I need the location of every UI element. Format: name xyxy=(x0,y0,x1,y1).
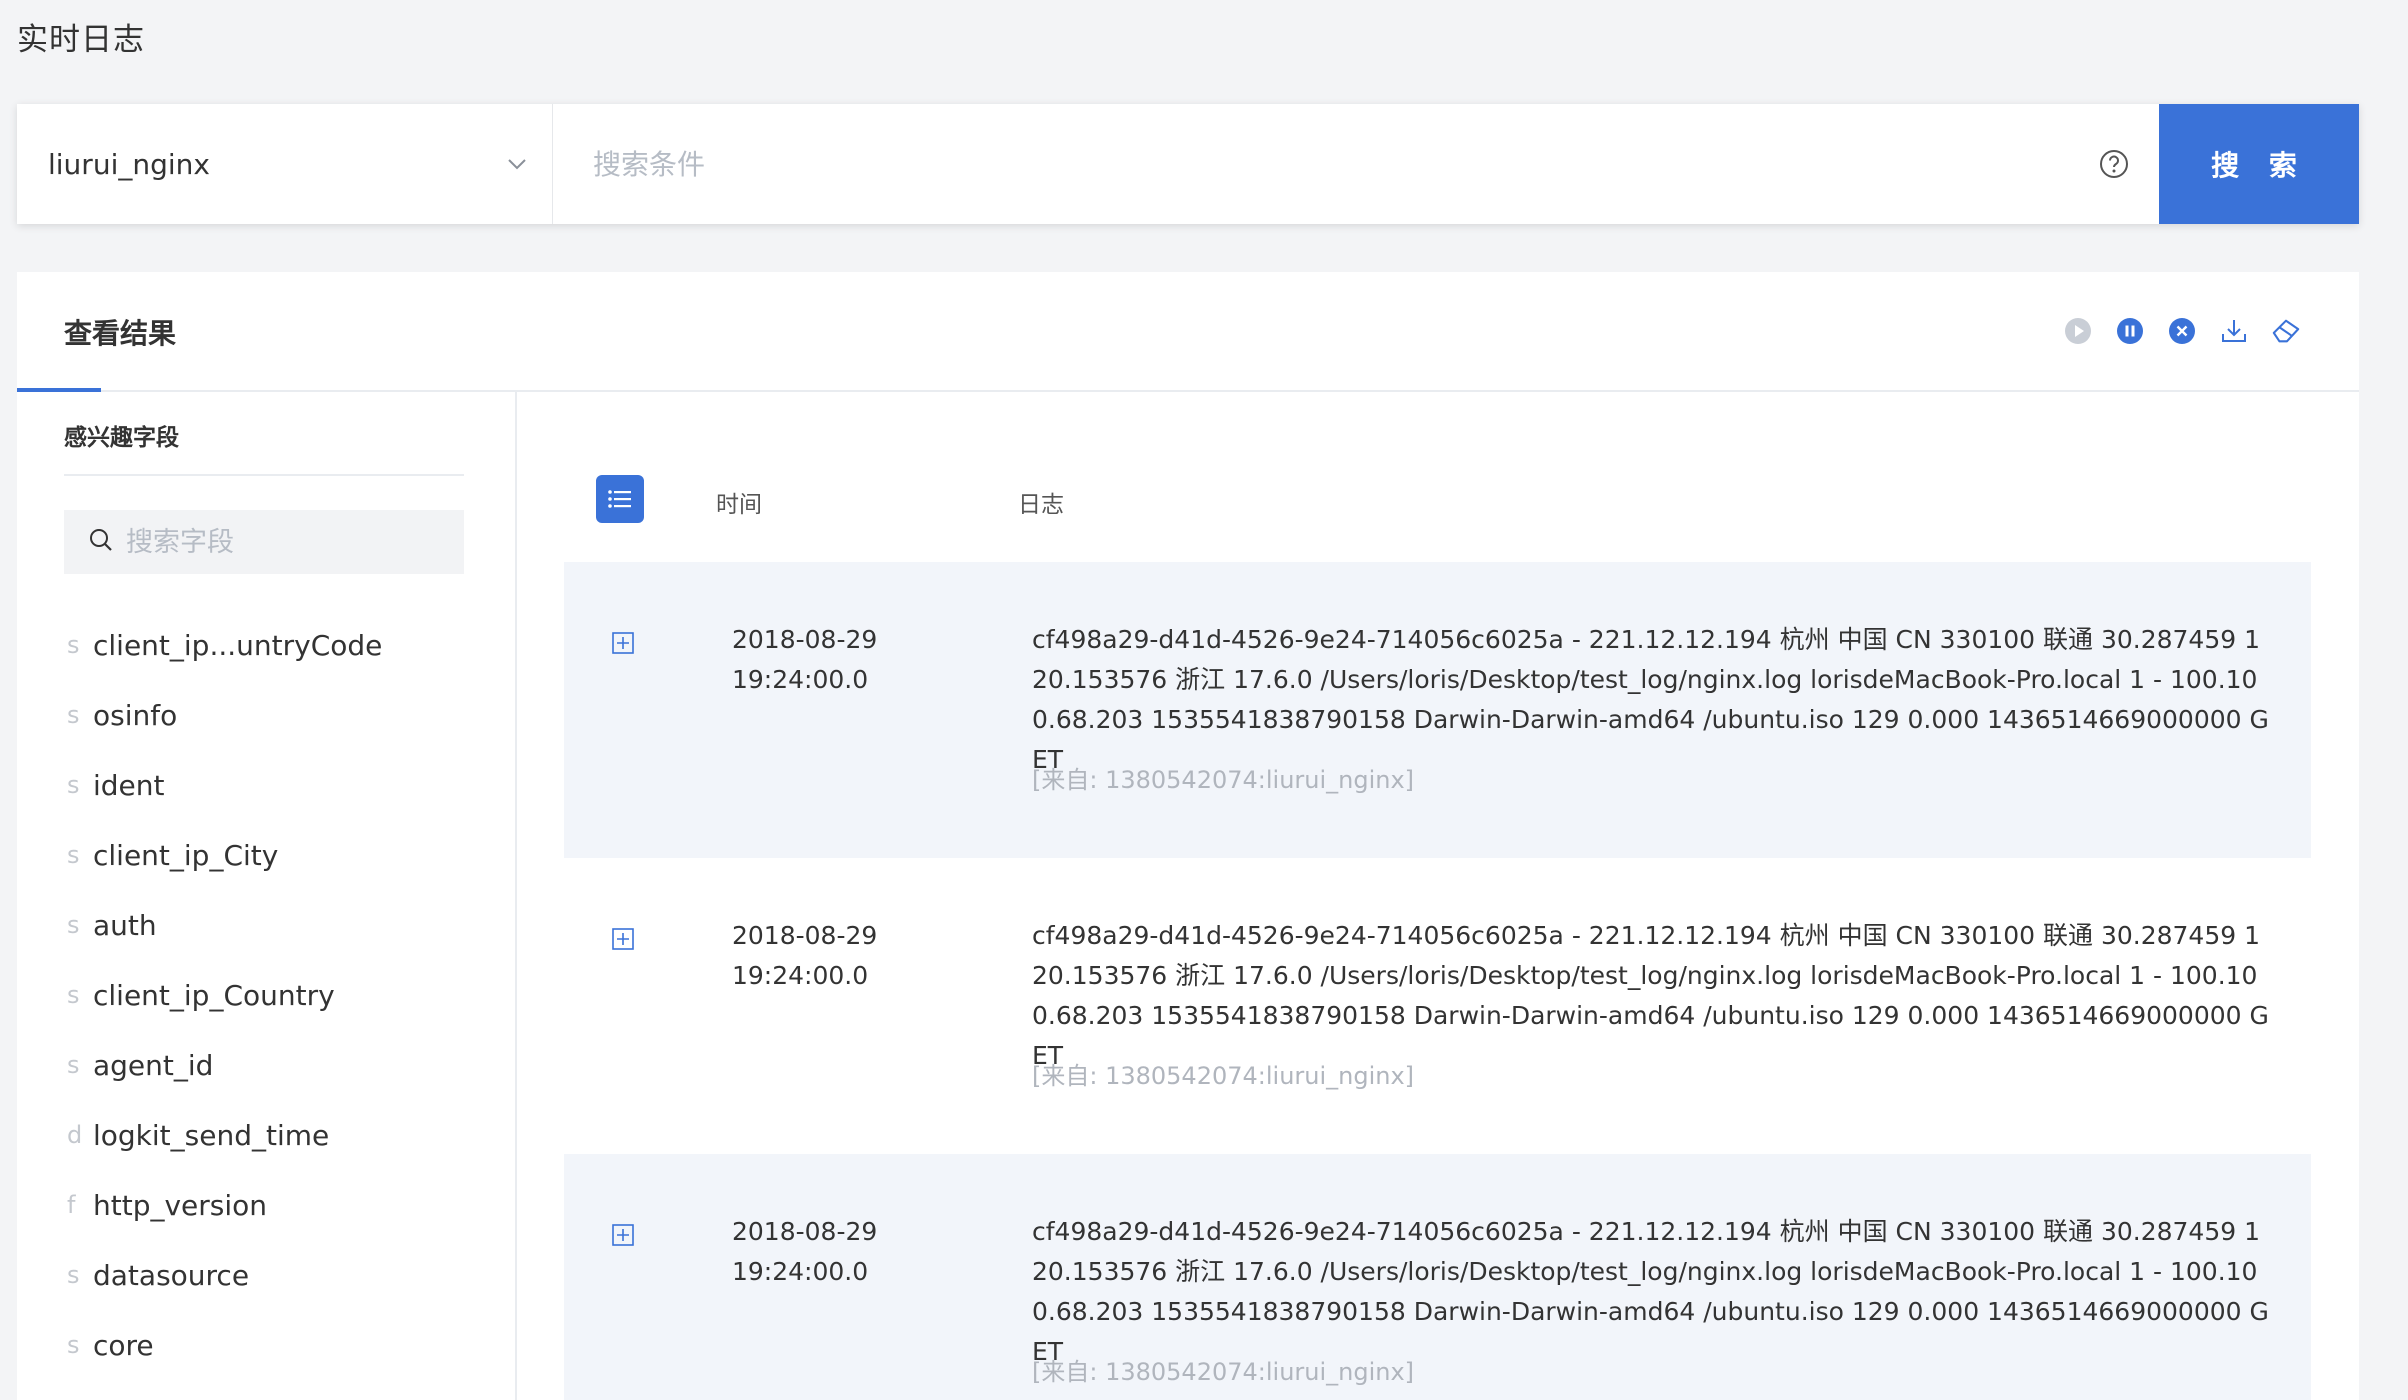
field-type-badge: s xyxy=(67,841,80,869)
row-source: [来自: 1380542074:liurui_nginx] xyxy=(1032,766,1415,794)
results-header: 查看结果 xyxy=(17,272,2359,392)
row-timestamp: 2018-08-29 19:24:00.0 xyxy=(732,916,877,996)
field-name: osinfo xyxy=(93,698,178,732)
row-time: 19:24:00.0 xyxy=(732,961,869,990)
download-icon[interactable] xyxy=(2219,316,2249,346)
field-name: http_version xyxy=(93,1188,268,1222)
field-type-badge: s xyxy=(67,771,80,799)
help-icon[interactable] xyxy=(2069,104,2159,224)
column-header-time[interactable]: 时间 xyxy=(716,485,762,519)
results-toolbar xyxy=(2063,316,2301,346)
field-name: auth xyxy=(93,908,157,942)
expand-icon[interactable] xyxy=(612,632,634,654)
search-input[interactable] xyxy=(553,104,2069,224)
field-item[interactable]: s agent_id xyxy=(67,1030,382,1100)
table-row: 2018-08-29 19:24:00.0 cf498a29-d41d-4526-… xyxy=(564,1154,2311,1400)
field-name: client_ip_Country xyxy=(93,978,335,1012)
field-item[interactable]: s client_ip_City xyxy=(67,820,382,890)
chevron-down-icon xyxy=(508,155,526,174)
expand-icon[interactable] xyxy=(612,928,634,950)
play-icon[interactable] xyxy=(2063,316,2093,346)
divider xyxy=(64,474,464,476)
field-item[interactable]: s auth xyxy=(67,890,382,960)
field-name: core xyxy=(93,1328,154,1362)
row-log: cf498a29-d41d-4526-9e24-714056c6025a - 2… xyxy=(1032,1217,2269,1366)
log-table: 时间 日志 2018-08-29 19:24:00.0 cf498a29-d41d… xyxy=(564,392,2311,1400)
search-icon xyxy=(88,527,114,557)
search-bar: liurui_nginx 搜 索 xyxy=(17,104,2359,224)
field-name: logkit_send_time xyxy=(93,1118,330,1152)
field-type-badge: s xyxy=(67,1051,80,1079)
search-button[interactable]: 搜 索 xyxy=(2159,104,2359,224)
row-time: 19:24:00.0 xyxy=(732,1257,869,1286)
pause-icon[interactable] xyxy=(2115,316,2145,346)
field-type-badge: s xyxy=(67,911,80,939)
field-list: s client_ip...untryCode s osinfo s ident sc… xyxy=(67,610,382,1380)
column-header-log: 日志 xyxy=(1018,492,1064,518)
row-log: cf498a29-d41d-4526-9e24-714056c6025a - 2… xyxy=(1032,921,2269,1070)
row-date: 2018-08-29 xyxy=(732,625,878,654)
close-icon[interactable] xyxy=(2167,316,2197,346)
field-item[interactable]: d logkit_send_time xyxy=(67,1100,382,1170)
row-date: 2018-08-29 xyxy=(732,921,878,950)
field-name: agent_id xyxy=(93,1048,214,1082)
field-type-badge: s xyxy=(67,631,80,659)
field-item[interactable]: s ident xyxy=(67,750,382,820)
field-item[interactable]: s core xyxy=(67,1310,382,1380)
table-row: 2018-08-29 19:24:00.0 cf498a29-d41d-4526-… xyxy=(564,858,2311,1154)
field-type-badge: s xyxy=(67,981,80,1009)
fields-sidebar: 感兴趣字段 sclient_ip...untryCode sosinfo sid… xyxy=(17,392,517,1400)
source-select-value: liurui_nginx xyxy=(48,147,210,181)
table-header: 时间 日志 xyxy=(564,392,2311,562)
field-item[interactable]: s datasource xyxy=(67,1240,382,1310)
results-title: 查看结果 xyxy=(64,317,177,350)
field-name: client_ip_City xyxy=(93,838,279,872)
field-item[interactable]: s client_ip...untryCode xyxy=(67,610,382,680)
field-type-badge: s xyxy=(67,1331,80,1359)
row-timestamp: 2018-08-29 19:24:00.0 xyxy=(732,1212,877,1292)
field-item[interactable]: s osinfo xyxy=(67,680,382,750)
eraser-icon[interactable] xyxy=(2271,316,2301,346)
row-date: 2018-08-29 xyxy=(732,1217,878,1246)
row-timestamp: 2018-08-29 19:24:00.0 xyxy=(732,620,877,700)
page-title: 实时日志 xyxy=(17,22,145,58)
field-item[interactable]: s client_ip_Country xyxy=(67,960,382,1030)
expand-icon[interactable] xyxy=(612,1224,634,1246)
field-name: ident xyxy=(93,768,165,802)
results-panel: 查看结果 感兴趣字段 搜索字段 s client_ip...untryCode … xyxy=(17,272,2359,1400)
row-log: cf498a29-d41d-4526-9e24-714056c6025a - 2… xyxy=(1032,625,2269,774)
field-item[interactable]: f http_version xyxy=(67,1170,382,1240)
field-type-badge: f xyxy=(67,1191,76,1219)
list-view-icon[interactable] xyxy=(596,475,644,523)
field-type-badge: d xyxy=(67,1121,83,1149)
sidebar-title: 感兴趣字段 xyxy=(64,425,179,451)
field-name: client_ip...untryCode xyxy=(93,628,383,662)
field-type-badge: s xyxy=(67,701,80,729)
source-select[interactable]: liurui_nginx xyxy=(17,104,553,224)
field-search-input[interactable] xyxy=(124,525,458,559)
row-source: [来自: 1380542074:liurui_nginx] xyxy=(1032,1358,1415,1386)
row-source: [来自: 1380542074:liurui_nginx] xyxy=(1032,1062,1415,1090)
field-type-badge: s xyxy=(67,1261,80,1289)
row-time: 19:24:00.0 xyxy=(732,665,869,694)
field-name: datasource xyxy=(93,1258,250,1292)
field-search xyxy=(64,510,464,574)
table-row: 2018-08-29 19:24:00.0 cf498a29-d41d-4526-… xyxy=(564,562,2311,858)
